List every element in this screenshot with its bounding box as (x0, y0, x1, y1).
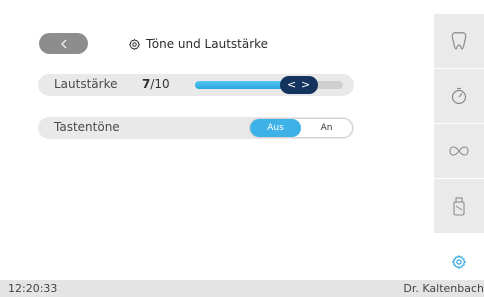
volume-increase-button[interactable]: > (301, 76, 310, 94)
key-tones-toggle[interactable]: Aus An (249, 118, 353, 138)
sidebar (434, 14, 484, 289)
page-title: Töne und Lautstärke (128, 34, 268, 54)
title-text: Töne und Lautstärke (146, 37, 269, 51)
key-tones-off-option[interactable]: Aus (250, 119, 301, 137)
key-tones-row: Tastentöne Aus An (38, 117, 354, 139)
infinity-icon (449, 146, 469, 156)
sidebar-item-timer[interactable] (434, 69, 484, 124)
tooth-icon (451, 31, 467, 50)
spray-bottle-icon (453, 197, 465, 216)
sidebar-item-treatment[interactable] (434, 14, 484, 69)
volume-value: 7/10 (142, 77, 170, 91)
gear-icon (128, 38, 141, 50)
volume-max: /10 (150, 77, 170, 91)
volume-row: Lautstärke 7/10 < > (38, 74, 354, 96)
timer-icon (451, 87, 467, 105)
sidebar-item-hygiene[interactable] (434, 179, 484, 234)
key-tones-on-option[interactable]: An (301, 119, 352, 137)
volume-label: Lautstärke (54, 77, 118, 91)
key-tones-label: Tastentöne (54, 120, 120, 134)
volume-slider-thumb[interactable]: < > (279, 76, 318, 94)
status-user: Dr. Kaltenbach (403, 282, 484, 295)
back-button[interactable] (39, 33, 88, 54)
status-time: 12:20:33 (8, 282, 58, 295)
volume-decrease-button[interactable]: < (287, 76, 296, 94)
sidebar-item-continuous[interactable] (434, 124, 484, 179)
gear-icon (452, 254, 466, 269)
status-bar: 12:20:33 Dr. Kaltenbach (0, 280, 484, 297)
chevron-left-icon (60, 39, 66, 48)
volume-slider[interactable]: < > (195, 76, 343, 94)
main-panel: Töne und Lautstärke Lautstärke 7/10 < > … (8, 14, 434, 280)
